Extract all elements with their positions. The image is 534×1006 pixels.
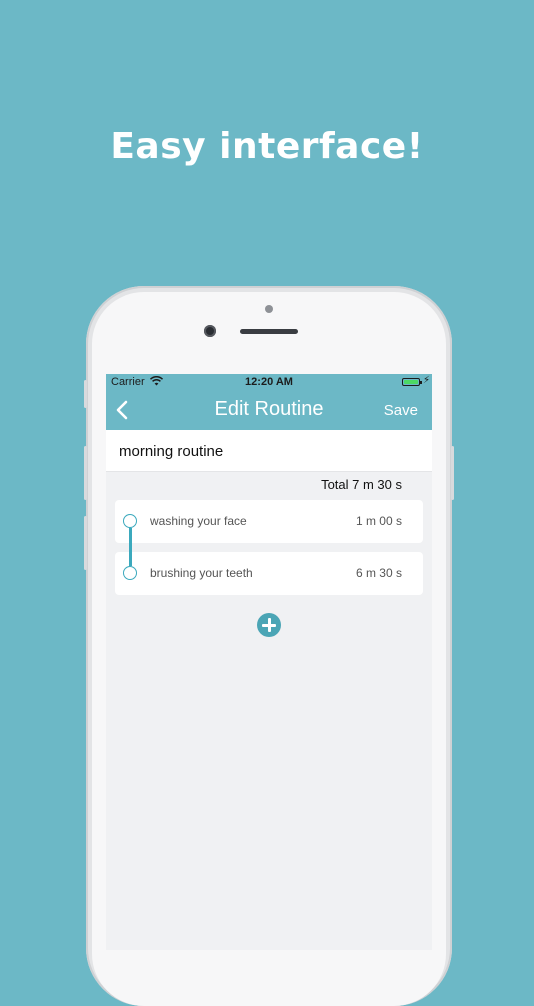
routine-step[interactable]: brushing your teeth 6 m 30 s — [115, 552, 423, 595]
routine-step[interactable]: washing your face 1 m 00 s — [115, 500, 423, 543]
routine-total-time: Total 7 m 30 s — [321, 477, 402, 492]
mute-switch — [84, 380, 87, 408]
status-bar: Carrier 12:20 AM ⚡ — [106, 374, 432, 390]
step-name: washing your face — [150, 514, 247, 528]
routine-name-field[interactable]: morning routine — [106, 430, 432, 472]
volume-up-button — [84, 446, 87, 500]
save-button[interactable]: Save — [384, 402, 418, 419]
status-time: 12:20 AM — [245, 376, 293, 388]
step-circle-icon — [123, 514, 137, 528]
volume-down-button — [84, 516, 87, 570]
step-name: brushing your teeth — [150, 566, 253, 580]
charging-bolt-icon: ⚡ — [422, 375, 430, 386]
app-screen: Carrier 12:20 AM ⚡ Edit Routine Save mor… — [106, 374, 432, 950]
front-camera — [204, 325, 216, 337]
step-circle-icon — [123, 566, 137, 580]
step-duration: 1 m 00 s — [355, 514, 402, 528]
step-duration: 6 m 30 s — [355, 566, 402, 580]
earpiece-speaker — [240, 329, 298, 334]
battery-icon — [402, 378, 420, 386]
routine-name-value: morning routine — [119, 443, 224, 460]
power-button — [451, 446, 454, 500]
battery-tip — [420, 381, 422, 384]
add-step-button[interactable] — [257, 613, 281, 637]
step-connector-line — [129, 528, 132, 566]
proximity-sensor — [265, 305, 273, 313]
promo-headline: Easy interface! — [110, 126, 424, 167]
navigation-bar: Edit Routine Save — [106, 390, 432, 430]
